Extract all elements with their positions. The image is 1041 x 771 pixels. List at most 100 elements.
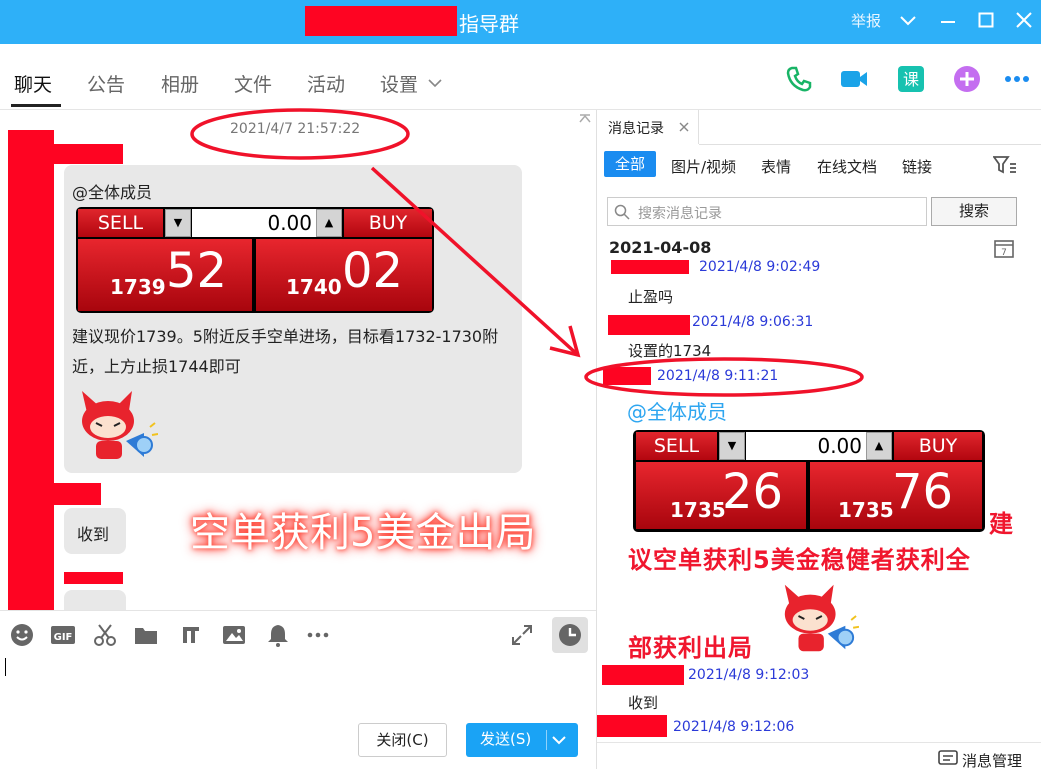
message-bubble[interactable]: @全体成员 SELL ▼ 0.00 ▲ BUY 1739 52 1740 02 … [64, 165, 522, 473]
expand-icon[interactable] [510, 623, 534, 647]
buy-price-big: 02 [342, 243, 404, 299]
history-entry-text: 止盈吗 [628, 288, 674, 306]
send-button[interactable]: 发送(S) [466, 723, 578, 757]
message-timestamp: 2021/4/7 21:57:22 [230, 121, 361, 137]
message-mention: @全体成员 [72, 183, 153, 202]
redaction-block [597, 715, 667, 737]
message-bubble[interactable]: 收到 [64, 508, 126, 554]
note-text: 建 [989, 510, 1014, 538]
buy-label: BUY [894, 432, 982, 460]
chevron-down-icon[interactable] [900, 13, 916, 29]
filter-media[interactable]: 图片/视频 [671, 156, 736, 177]
phone-icon[interactable] [784, 64, 814, 94]
message-body-line: 建议现价1739。5附近反手空单进场，目标看1732-1730附 [72, 327, 499, 346]
sell-price: 1739 52 [78, 239, 252, 311]
tab-settings[interactable]: 设置 [380, 70, 418, 97]
buy-price: 1740 02 [256, 239, 432, 311]
buy-price-small: 1740 [286, 275, 342, 299]
add-app-icon[interactable] [952, 64, 982, 94]
filter-links[interactable]: 链接 [902, 156, 932, 177]
buy-label: BUY [344, 209, 432, 237]
message-bubble[interactable] [64, 590, 126, 610]
message-manage-link[interactable]: 消息管理 [962, 750, 1022, 771]
history-mention: @全体成员 [627, 400, 727, 424]
chevron-down-icon[interactable] [428, 77, 442, 89]
maximize-icon[interactable] [978, 12, 994, 28]
history-search-input[interactable]: 搜索消息记录 [607, 197, 927, 226]
message-manage-icon[interactable] [938, 750, 958, 768]
filter-stickers[interactable]: 表情 [761, 156, 791, 177]
trade-panel: SELL ▼ 0.00 ▲ BUY 1735 26 1735 76 [633, 430, 985, 532]
sell-price: 1735 26 [636, 462, 806, 529]
close-icon[interactable] [1016, 12, 1032, 28]
search-button[interactable]: 搜索 [931, 197, 1017, 226]
sell-price-small: 1739 [110, 275, 166, 299]
history-entry-time: 2021/4/8 9:11:21 [657, 368, 779, 384]
more-icon[interactable] [1003, 64, 1033, 94]
input-toolbar: GIF [0, 610, 596, 656]
more-icon[interactable] [306, 623, 330, 647]
send-label: 发送(S) [480, 730, 532, 748]
history-tab[interactable]: 消息记录 [597, 110, 699, 144]
reply-text: 收到 [77, 525, 110, 544]
chevron-down-icon[interactable] [552, 735, 566, 745]
tab-files[interactable]: 文件 [234, 70, 272, 97]
redaction-block [54, 483, 101, 505]
filter-icon[interactable] [993, 155, 1017, 175]
filter-docs[interactable]: 在线文档 [817, 156, 877, 177]
history-pane: 消息记录 全部 图片/视频 表情 在线文档 链接 搜索消息记录 搜索 2021-… [596, 110, 1041, 771]
redaction-block [8, 130, 54, 610]
redaction-block [608, 315, 690, 335]
sell-label: SELL [78, 209, 163, 237]
svg-text:课: 课 [903, 70, 919, 89]
history-tab-label: 消息记录 [608, 121, 664, 137]
redaction-block [54, 144, 123, 164]
history-date: 2021-04-08 [609, 238, 712, 257]
filter-all[interactable]: 全部 [604, 151, 656, 177]
image-icon[interactable] [222, 623, 246, 647]
redaction-block [602, 665, 684, 685]
history-entry-text: 收到 [628, 694, 659, 712]
bell-icon[interactable] [266, 623, 290, 647]
sell-price-big: 52 [166, 243, 228, 299]
search-icon [614, 204, 630, 220]
window-title: 指导群 [459, 12, 519, 36]
gif-icon[interactable]: GIF [50, 623, 76, 647]
tab-activity[interactable]: 活动 [307, 70, 345, 97]
decrease-button: ▼ [165, 209, 191, 237]
collapse-icon[interactable] [578, 113, 592, 125]
report-link[interactable]: 举报 [851, 10, 881, 31]
active-tab-indicator [11, 104, 61, 107]
redaction-block [64, 572, 123, 584]
text-caret[interactable] [5, 658, 6, 676]
message-history-button[interactable] [552, 617, 588, 653]
svg-text:GIF: GIF [54, 632, 73, 643]
video-call-icon[interactable] [839, 64, 869, 94]
sell-label: SELL [636, 432, 717, 460]
course-icon[interactable]: 课 [896, 64, 926, 94]
divider [699, 144, 1041, 145]
tab-album[interactable]: 相册 [161, 70, 199, 97]
message-body-line: 近，上方止损1744即可 [72, 357, 241, 376]
history-entry-time: 2021/4/8 9:12:03 [688, 667, 810, 683]
scissors-icon[interactable] [93, 623, 117, 647]
calendar-icon[interactable]: 7 [994, 238, 1014, 258]
folder-icon[interactable] [134, 623, 158, 647]
svg-text:7: 7 [1001, 248, 1007, 258]
close-icon[interactable] [679, 122, 689, 132]
tab-chat[interactable]: 聊天 [14, 70, 52, 97]
increase-button: ▲ [866, 432, 892, 460]
history-entry-text: 设置的1734 [628, 342, 712, 360]
music-icon[interactable] [178, 623, 202, 647]
fox-mascot-sticker [82, 391, 158, 459]
redaction-block [603, 367, 651, 385]
chat-pane[interactable]: 2021/4/7 21:57:22 @全体成员 SELL ▼ 0.00 ▲ BU… [0, 110, 596, 610]
amount-value: 0.00 [817, 434, 862, 458]
emoji-icon[interactable] [10, 623, 34, 647]
redaction-block [305, 6, 457, 36]
close-button[interactable]: 关闭(C) [358, 723, 447, 757]
minimize-icon[interactable] [940, 13, 956, 29]
history-entry-time: 2021/4/8 9:12:06 [673, 719, 795, 735]
tab-announcement[interactable]: 公告 [87, 70, 125, 97]
divider [546, 730, 547, 750]
